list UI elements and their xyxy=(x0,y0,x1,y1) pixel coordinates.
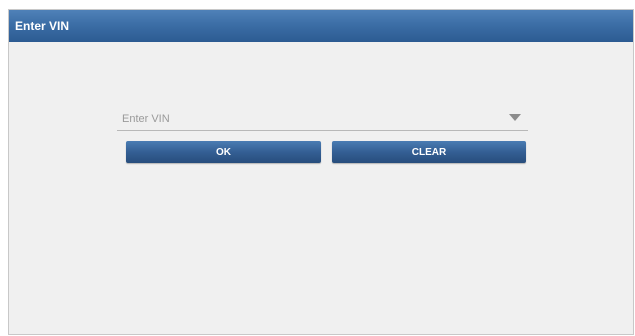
enter-vin-dialog: Enter VIN OK CLEAR xyxy=(8,9,634,335)
dialog-title: Enter VIN xyxy=(15,19,70,33)
vin-input[interactable] xyxy=(122,111,482,127)
title-bar: Enter VIN xyxy=(9,10,633,42)
vin-field[interactable] xyxy=(117,107,528,131)
chevron-down-icon[interactable] xyxy=(509,114,521,121)
ok-button[interactable]: OK xyxy=(126,141,321,163)
clear-button[interactable]: CLEAR xyxy=(332,141,526,163)
